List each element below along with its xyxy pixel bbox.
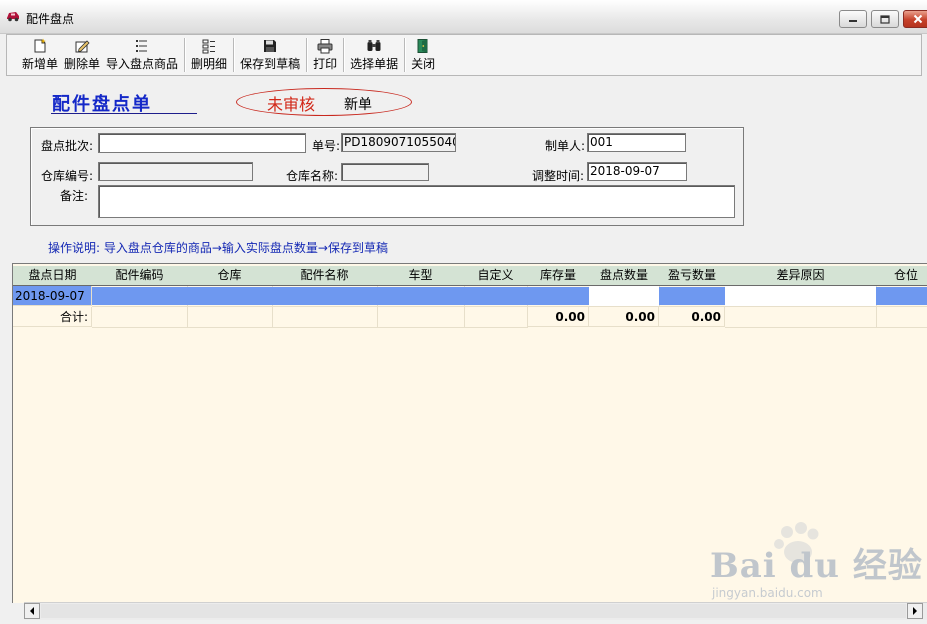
operation-help-text: 操作说明: 导入盘点仓库的商品→输入实际盘点数量→保存到草稿 — [48, 241, 388, 255]
new-doc-button[interactable]: 新增单 — [19, 35, 61, 75]
adjust-time-input[interactable]: 2018-09-07 — [587, 162, 687, 181]
minimize-button[interactable] — [839, 10, 867, 28]
col-header-stock-qty[interactable]: 库存量 — [527, 266, 590, 286]
cell-diff-reason-input[interactable] — [725, 286, 877, 307]
cell-count-date[interactable]: 2018-09-07 — [13, 286, 92, 306]
app-car-icon — [6, 10, 20, 22]
warehouse-code-label: 仓库编号: — [41, 169, 94, 183]
print-button[interactable]: 打印 — [310, 35, 340, 75]
delete-doc-label: 删除单 — [64, 57, 101, 71]
minimize-icon — [849, 20, 857, 22]
new-document-icon — [34, 38, 46, 53]
table-row-cell[interactable] — [187, 286, 273, 307]
batch-input[interactable] — [98, 133, 306, 153]
arrow-left-icon — [30, 607, 34, 615]
arrow-right-icon — [913, 607, 917, 615]
doc-status-text: 新单 — [344, 97, 372, 113]
col-header-custom[interactable]: 自定义 — [464, 266, 528, 286]
toolbar-separator — [184, 38, 186, 72]
table-row-cell[interactable] — [377, 286, 465, 307]
toolbar-separator — [306, 38, 308, 72]
maximize-button[interactable] — [871, 10, 899, 28]
status-stamp — [236, 88, 412, 116]
new-doc-label: 新增单 — [22, 57, 59, 71]
import-items-button[interactable]: 导入盘点商品 — [103, 35, 181, 75]
table-row-cell — [92, 307, 188, 328]
audit-status-text: 未审核 — [267, 95, 316, 114]
watermark-url: jingyan.baidu.com — [712, 586, 823, 600]
total-diff-qty: 0.00 — [659, 307, 725, 327]
table-row-cell — [876, 307, 927, 328]
scroll-right-button[interactable] — [907, 603, 923, 619]
delete-document-icon — [75, 40, 90, 53]
total-label: 合计: — [13, 307, 92, 327]
save-draft-label: 保存到草稿 — [240, 57, 301, 71]
close-icon — [913, 14, 923, 24]
exit-door-icon — [417, 39, 428, 53]
scrollbar-thumb[interactable] — [41, 604, 906, 618]
doc-no-label: 单号: — [312, 139, 341, 153]
select-doc-label: 选择单据 — [350, 57, 399, 71]
cell-count-qty-input[interactable] — [589, 286, 660, 307]
select-doc-button[interactable]: 选择单据 — [347, 35, 401, 75]
close-window-label: 关闭 — [411, 57, 436, 71]
delete-detail-button[interactable]: 删明细 — [188, 35, 230, 75]
table-row-cell[interactable] — [527, 286, 590, 307]
delete-doc-button[interactable]: 删除单 — [61, 35, 103, 75]
table-row-cell[interactable] — [272, 286, 378, 307]
batch-label: 盘点批次: — [41, 139, 94, 153]
col-header-part-name[interactable]: 配件名称 — [272, 266, 378, 286]
toolbar-separator — [233, 38, 235, 72]
floppy-disk-icon — [264, 40, 277, 52]
table-row-cell[interactable] — [876, 286, 927, 307]
maximize-icon — [880, 14, 890, 24]
close-button[interactable] — [903, 10, 927, 28]
warehouse-name-field — [341, 163, 429, 181]
table-row-cell — [272, 307, 378, 328]
table-row-cell[interactable] — [92, 286, 188, 307]
doc-no-field: PD18090710550400 — [341, 133, 456, 152]
binoculars-icon — [367, 40, 381, 51]
toolbar: 新增单 删除单 导入盘点商品 删明细 保存到草稿 打印 选择单据 关闭 — [6, 34, 922, 76]
col-header-count-date[interactable]: 盘点日期 — [13, 266, 93, 286]
col-header-count-qty[interactable]: 盘点数量 — [589, 266, 660, 286]
warehouse-code-field[interactable] — [98, 162, 253, 181]
save-draft-button[interactable]: 保存到草稿 — [237, 35, 303, 75]
table-row-cell — [725, 307, 877, 328]
delete-detail-icon — [202, 39, 216, 54]
toolbar-separator — [404, 38, 406, 72]
window-title: 配件盘点 — [26, 12, 75, 26]
import-list-icon — [136, 40, 148, 52]
table-row-cell[interactable] — [464, 286, 528, 307]
import-items-label: 导入盘点商品 — [106, 57, 179, 71]
creator-label: 制单人: — [545, 139, 586, 153]
adjust-time-label: 调整时间: — [532, 169, 585, 183]
total-count-qty: 0.00 — [589, 307, 659, 327]
remark-textarea[interactable] — [98, 185, 735, 218]
title-underline — [51, 113, 197, 114]
watermark-brand: Bai du 经验 — [710, 546, 923, 586]
col-header-diff-qty[interactable]: 盈亏数量 — [659, 266, 726, 286]
table-row-cell — [377, 307, 465, 328]
printer-icon — [317, 39, 333, 54]
col-header-location[interactable]: 仓位 — [876, 266, 927, 286]
total-stock-qty: 0.00 — [527, 307, 589, 327]
title-bar — [0, 0, 927, 34]
delete-detail-label: 删明细 — [191, 57, 228, 71]
table-row-cell[interactable] — [659, 286, 726, 307]
col-header-part-code[interactable]: 配件编码 — [92, 266, 188, 286]
col-header-warehouse[interactable]: 仓库 — [187, 266, 273, 286]
toolbar-separator — [343, 38, 345, 72]
warehouse-name-label: 仓库名称: — [286, 169, 339, 183]
col-header-diff-reason[interactable]: 差异原因 — [725, 266, 877, 286]
creator-input[interactable]: 001 — [587, 133, 686, 152]
close-window-button[interactable]: 关闭 — [408, 35, 438, 75]
table-row-cell — [464, 307, 528, 328]
print-label: 打印 — [313, 57, 338, 71]
remark-label: 备注: — [60, 189, 89, 203]
table-row-cell — [187, 307, 273, 328]
col-header-car-model[interactable]: 车型 — [377, 266, 465, 286]
scroll-left-button[interactable] — [24, 603, 40, 619]
